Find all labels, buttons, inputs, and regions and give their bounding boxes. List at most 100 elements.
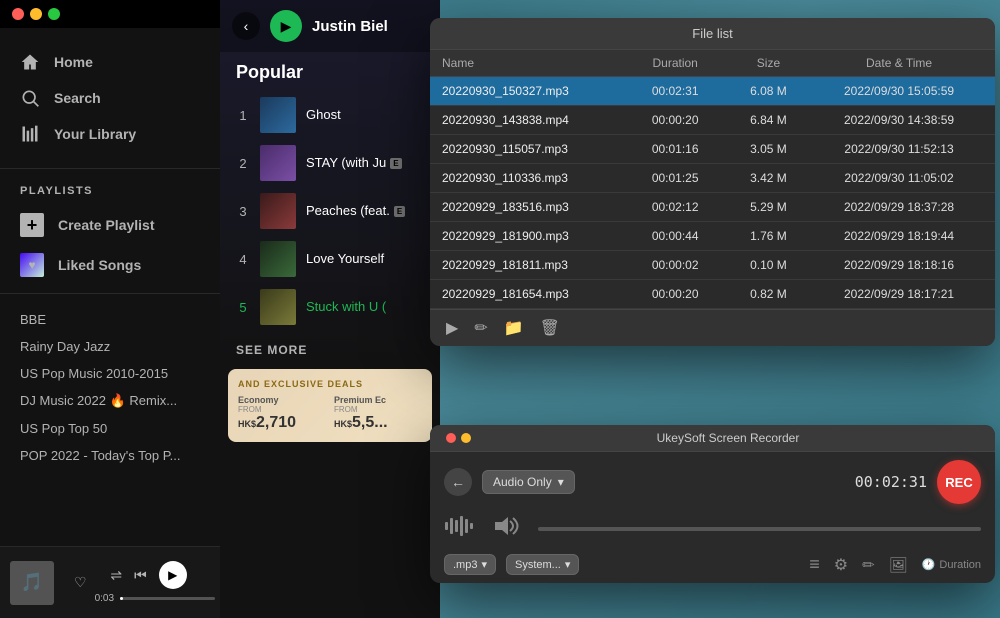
dropdown-chevron-icon: ▾	[558, 475, 564, 489]
file-size-5: 1.76 M	[722, 229, 815, 243]
playlist-item-uspoptop50[interactable]: US Pop Top 50	[0, 415, 220, 442]
artist-name: Justin Biel	[312, 18, 388, 35]
edit-file-button[interactable]: ✏	[474, 318, 487, 338]
track-title-4: Love Yourself	[306, 251, 384, 266]
delete-file-button[interactable]: 🗑	[540, 318, 560, 338]
file-name-7: 20220929_181654.mp3	[442, 287, 629, 301]
track-item-5[interactable]: 5 Stuck with U (	[228, 283, 432, 331]
file-name-6: 20220929_181811.mp3	[442, 258, 629, 272]
file-name-2: 20220930_115057.mp3	[442, 142, 629, 156]
deals-banner: AND EXCLUSIVE DEALS Economy FROM HK$2,71…	[228, 369, 432, 442]
file-row-4[interactable]: 20220929_183516.mp3 00:02:12 5.29 M 2022…	[430, 193, 995, 222]
file-row-2[interactable]: 20220930_115057.mp3 00:01:16 3.05 M 2022…	[430, 135, 995, 164]
file-datetime-3: 2022/09/30 11:05:02	[815, 171, 983, 185]
liked-songs-icon: ♥	[20, 253, 44, 277]
playlist-list: BBE Rainy Day Jazz US Pop Music 2010-201…	[0, 302, 220, 473]
sidebar-item-search[interactable]: Search	[0, 80, 220, 116]
track-thumb-4	[260, 241, 296, 277]
file-size-2: 3.05 M	[722, 142, 815, 156]
file-size-6: 0.10 M	[722, 258, 815, 272]
player-heart-button[interactable]: ♡	[74, 574, 87, 591]
create-playlist-label: Create Playlist	[58, 217, 155, 233]
recorder-back-button[interactable]: ←	[444, 468, 472, 496]
progress-bar-container: 0:03	[95, 593, 215, 604]
open-folder-button[interactable]: 📁	[504, 318, 524, 338]
file-list-title: File list	[692, 26, 732, 41]
progress-bar[interactable]	[120, 597, 215, 600]
playlist-item-rainy[interactable]: Rainy Day Jazz	[0, 333, 220, 360]
track-num-1: 1	[236, 108, 250, 123]
track-item-3[interactable]: 3 Peaches (feat.E	[228, 187, 432, 235]
recorder-close-button[interactable]	[446, 433, 456, 443]
list-icon[interactable]: ≡	[809, 554, 820, 575]
track-item-1[interactable]: 1 Ghost	[228, 91, 432, 139]
traffic-light-close[interactable]	[12, 8, 24, 20]
track-info-3: Peaches (feat.E	[306, 202, 424, 220]
file-row-6[interactable]: 20220929_181811.mp3 00:00:02 0.10 M 2022…	[430, 251, 995, 280]
header-duration: Duration	[629, 56, 722, 70]
sidebar-library-label: Your Library	[54, 126, 136, 142]
file-name-1: 20220930_143838.mp4	[442, 113, 629, 127]
deal-premium-from: FROM	[334, 405, 422, 414]
track-thumb-2	[260, 145, 296, 181]
file-list-toolbar: ▶ ✏ 📁 🗑	[430, 309, 995, 346]
track-item-2[interactable]: 2 STAY (with JuE	[228, 139, 432, 187]
explicit-badge-2: E	[390, 158, 401, 169]
playlist-item-bbe[interactable]: BBE	[0, 306, 220, 333]
liked-songs-item[interactable]: ♥ Liked Songs	[0, 245, 220, 285]
file-list-header: Name Duration Size Date & Time	[430, 50, 995, 77]
file-row-3[interactable]: 20220930_110336.mp3 00:01:25 3.42 M 2022…	[430, 164, 995, 193]
image-icon[interactable]: 🖼	[889, 556, 908, 574]
file-row-7[interactable]: 20220929_181654.mp3 00:00:20 0.82 M 2022…	[430, 280, 995, 309]
audio-only-dropdown[interactable]: Audio Only ▾	[482, 470, 575, 494]
main-play-button[interactable]: ▶	[270, 10, 302, 42]
settings-icon[interactable]: ⚙	[834, 555, 848, 575]
playlist-item-uspop[interactable]: US Pop Music 2010-2015	[0, 360, 220, 387]
playlists-label: PLAYLISTS	[0, 177, 220, 205]
shuffle-button[interactable]: ⇌	[110, 567, 122, 584]
recorder-minimize-button[interactable]	[461, 433, 471, 443]
pen-icon[interactable]: ✏	[862, 556, 875, 574]
create-playlist-button[interactable]: + Create Playlist	[0, 205, 220, 245]
sidebar-divider-2	[0, 293, 220, 294]
file-row-5[interactable]: 20220929_181900.mp3 00:00:44 1.76 M 2022…	[430, 222, 995, 251]
main-header: ‹ ▶ Justin Biel	[220, 0, 440, 52]
recorder-progress-track[interactable]	[538, 527, 981, 531]
traffic-light-minimize[interactable]	[30, 8, 42, 20]
file-row-1[interactable]: 20220930_143838.mp4 00:00:20 6.84 M 2022…	[430, 106, 995, 135]
track-title-1: Ghost	[306, 107, 341, 122]
deal-economy-currency: HK$	[238, 419, 256, 429]
system-dropdown[interactable]: System... ▾	[506, 554, 579, 575]
play-pause-button[interactable]: ▶	[159, 561, 187, 589]
play-file-button[interactable]: ▶	[446, 318, 458, 338]
file-size-4: 5.29 M	[722, 200, 815, 214]
prev-button[interactable]: ⏮	[134, 567, 147, 584]
deal-premium-price: HK$5,5...	[334, 414, 422, 432]
track-thumb-3	[260, 193, 296, 229]
sidebar-item-home[interactable]: Home	[0, 44, 220, 80]
file-size-7: 0.82 M	[722, 287, 815, 301]
track-thumb-5	[260, 289, 296, 325]
file-datetime-4: 2022/09/29 18:37:28	[815, 200, 983, 214]
deals-content: Economy FROM HK$2,710 Premium Ec FROM HK…	[238, 395, 422, 432]
format-label: .mp3	[453, 559, 477, 571]
home-icon	[20, 52, 40, 72]
header-datetime: Date & Time	[815, 56, 983, 70]
track-item-4[interactable]: 4 Love Yourself	[228, 235, 432, 283]
file-duration-5: 00:00:44	[629, 229, 722, 243]
recorder-duration-label: 🕐 Duration	[922, 558, 981, 571]
playlist-item-dj[interactable]: DJ Music 2022 🔥 Remix...	[0, 387, 220, 415]
clock-icon: 🕐	[922, 558, 936, 571]
format-dropdown[interactable]: .mp3 ▾	[444, 554, 496, 575]
recorder-timer: 00:02:31	[855, 473, 927, 491]
spotify-main: ‹ ▶ Justin Biel Popular 1 Ghost 2 STAY (…	[220, 0, 440, 618]
file-row-0[interactable]: 20220930_150327.mp3 00:02:31 6.08 M 2022…	[430, 77, 995, 106]
traffic-light-maximize[interactable]	[48, 8, 60, 20]
rec-button[interactable]: REC	[937, 460, 981, 504]
see-more-button[interactable]: SEE MORE	[220, 331, 440, 369]
back-button[interactable]: ‹	[232, 12, 260, 40]
sidebar-item-library[interactable]: Your Library	[0, 116, 220, 152]
playlist-item-pop2022[interactable]: POP 2022 - Today's Top P...	[0, 442, 220, 469]
track-info-2: STAY (with JuE	[306, 154, 424, 172]
track-info-1: Ghost	[306, 106, 424, 124]
